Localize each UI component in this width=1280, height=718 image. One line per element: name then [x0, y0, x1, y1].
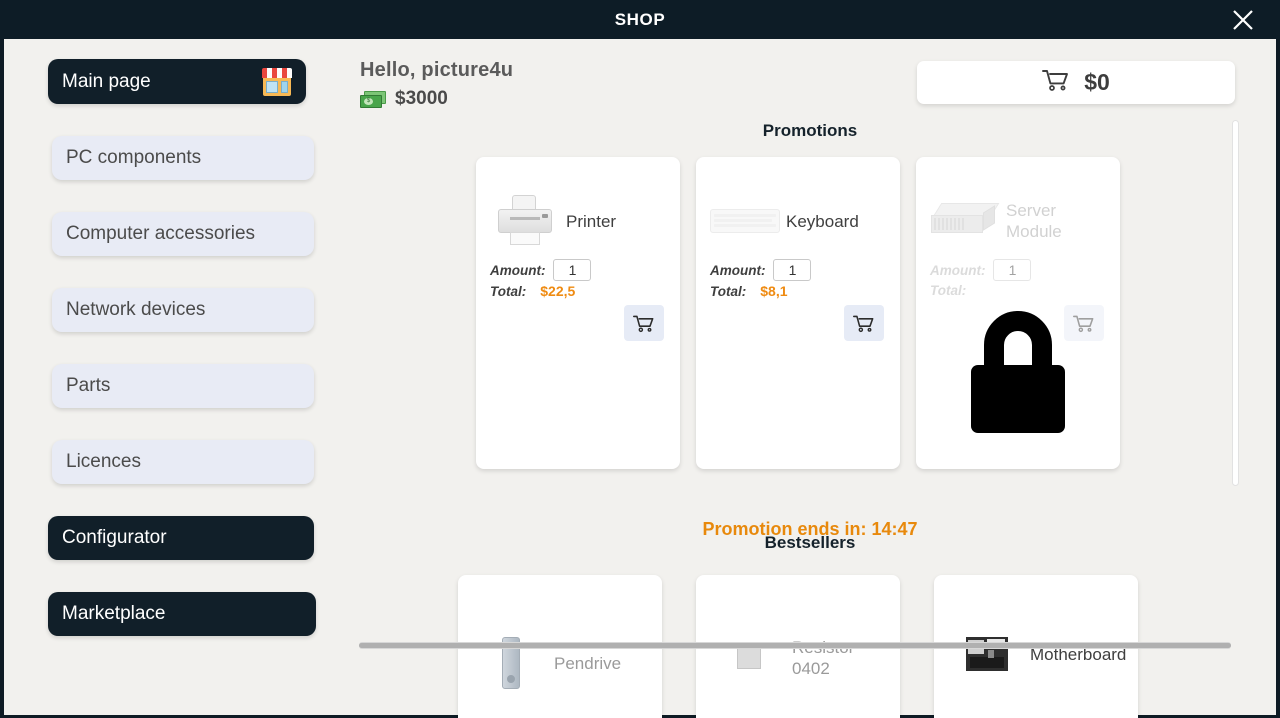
- add-to-cart-button: [1064, 305, 1104, 341]
- product-card-printer[interactable]: Printer Amount: Total: $22,5: [476, 157, 680, 469]
- sidebar-item-label: PC components: [66, 147, 202, 168]
- shopping-cart-icon: [853, 315, 874, 332]
- product-controls: Amount: Total:: [916, 259, 1120, 298]
- printer-image: [490, 195, 560, 247]
- promotions-heading: Promotions: [762, 121, 858, 140]
- product-name: Printer: [566, 211, 617, 231]
- product-header: Motherboard: [934, 575, 1138, 671]
- vertical-scrollbar[interactable]: [1232, 120, 1239, 486]
- user-greeting-block: Hello, picture4u $ $3000: [360, 59, 513, 110]
- shopping-cart-icon: [633, 315, 654, 332]
- sidebar-item-marketplace[interactable]: Marketplace: [48, 592, 316, 636]
- sidebar-item-parts[interactable]: Parts: [52, 364, 314, 408]
- product-header: Pendrive: [458, 575, 662, 689]
- amount-label: Amount:: [490, 262, 546, 278]
- server-module-image: [930, 201, 1000, 241]
- shopping-cart-icon: [1073, 315, 1094, 332]
- product-name: Server Module: [1006, 201, 1062, 241]
- product-total-price: $8,1: [760, 283, 788, 299]
- sidebar-item-label: Network devices: [66, 299, 206, 320]
- product-header: Keyboard: [696, 157, 900, 257]
- horizontal-scrollbar[interactable]: [359, 643, 1231, 648]
- resistor-image: [714, 647, 784, 669]
- sidebar-item-licences[interactable]: Licences: [52, 440, 314, 484]
- window-title: SHOP: [614, 9, 666, 29]
- close-icon[interactable]: [1228, 5, 1258, 35]
- sidebar-item-label: Marketplace: [62, 603, 166, 624]
- sidebar-item-label: Computer accessories: [66, 223, 256, 244]
- shop-icon: [262, 67, 292, 96]
- sidebar-item-label: Main page: [62, 70, 151, 92]
- total-label: Total:: [930, 283, 967, 298]
- product-header: Server Module: [916, 157, 1120, 257]
- amount-input[interactable]: [553, 259, 592, 281]
- product-controls: Amount: Total: $22,5: [476, 259, 680, 299]
- sidebar: Main page PC components Computer accesso…: [4, 39, 344, 718]
- sidebar-item-label: Configurator: [62, 527, 167, 548]
- balance-row: $ $3000: [360, 88, 513, 110]
- keyboard-image: [710, 209, 780, 233]
- lock-icon: [969, 305, 1067, 435]
- sidebar-item-main-page[interactable]: Main page: [48, 59, 306, 104]
- sidebar-item-pc-components[interactable]: PC components: [52, 136, 314, 180]
- sidebar-item-network-devices[interactable]: Network devices: [52, 288, 314, 332]
- sidebar-item-label: Parts: [66, 375, 111, 396]
- sidebar-item-label: Licences: [66, 451, 141, 472]
- cart-button[interactable]: $0: [917, 61, 1235, 104]
- amount-input: [993, 259, 1032, 281]
- product-controls: Amount: Total: $8,1: [696, 259, 900, 299]
- bestsellers-heading: Bestsellers: [764, 533, 856, 552]
- main-content: Hello, picture4u $ $3000 $0 Promotions P…: [344, 39, 1276, 718]
- amount-label: Amount:: [930, 262, 986, 278]
- add-to-cart-button[interactable]: [624, 305, 664, 341]
- amount-label: Amount:: [710, 262, 766, 278]
- greeting-text: Hello, picture4u: [360, 59, 514, 81]
- cart-total: $0: [1084, 69, 1110, 95]
- product-total-price: $22,5: [540, 283, 576, 299]
- product-header: Printer: [476, 157, 680, 257]
- product-name: Pendrive: [554, 653, 622, 673]
- product-header: Resistor 0402: [696, 575, 900, 679]
- shopping-cart-icon: [1042, 68, 1070, 97]
- amount-input[interactable]: [773, 259, 812, 281]
- sidebar-item-computer-accessories[interactable]: Computer accessories: [52, 212, 314, 256]
- product-name: Keyboard: [786, 211, 859, 231]
- total-label: Total:: [710, 283, 747, 299]
- shop-window: SHOP Main page PC components Computer ac…: [0, 0, 1280, 718]
- product-card-keyboard[interactable]: Keyboard Amount: Total: $8,1: [696, 157, 900, 469]
- total-label: Total:: [490, 283, 527, 299]
- window-titlebar: SHOP: [0, 0, 1280, 39]
- banknote-icon: $: [360, 90, 386, 108]
- add-to-cart-button[interactable]: [844, 305, 884, 341]
- balance-amount: $3000: [395, 88, 448, 109]
- sidebar-item-configurator[interactable]: Configurator: [48, 516, 314, 560]
- product-card-server-module: Server Module Amount: Total:: [916, 157, 1120, 469]
